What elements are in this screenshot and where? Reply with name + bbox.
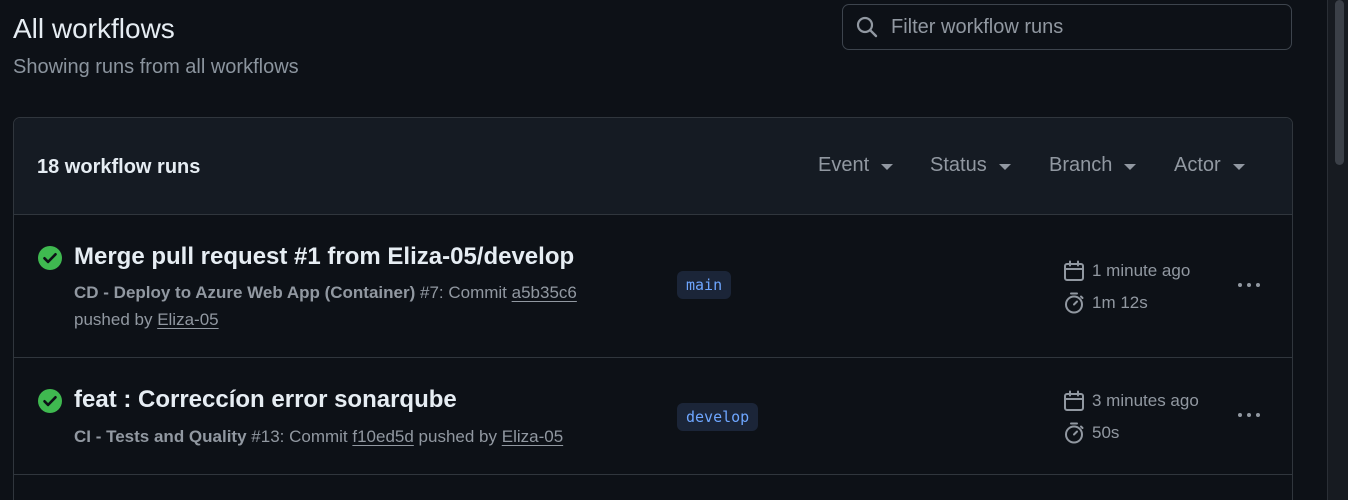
pushed-by-label: pushed by [74, 310, 158, 329]
time-ago: 1 minute ago [1092, 261, 1191, 280]
page: All workflows Showing runs from all work… [0, 0, 1348, 500]
run-meta: CD - Deploy to Azure Web App (Container)… [74, 283, 577, 303]
run-duration: 50s [1062, 421, 1119, 445]
page-scrollbar-thumb[interactable] [1335, 0, 1344, 165]
duration: 50s [1092, 423, 1120, 442]
check-circle-fill-icon [38, 246, 62, 270]
triangle-down-icon [1124, 163, 1137, 170]
kebab-dot [1256, 413, 1260, 417]
workflow-run-row: Merge pull request #1 from Eliza-05/deve… [14, 215, 1292, 358]
run-more-button[interactable] [1234, 400, 1264, 430]
workflow-name: CI - Tests and Quality [74, 427, 247, 446]
filter-workflow-runs-field[interactable] [842, 4, 1292, 50]
actor-filter-label: Actor [1174, 154, 1221, 176]
run-title-link[interactable]: feat : Correccíon error sonarqube [74, 386, 457, 414]
event-filter-label: Event [818, 154, 870, 176]
page-subtitle: Showing runs from all workflows [13, 56, 299, 78]
runs-count: 18 workflow runs [37, 156, 201, 178]
time-ago: 3 minutes ago [1092, 391, 1199, 410]
calendar-icon [1062, 259, 1086, 283]
run-date: 1 minute ago [1062, 259, 1190, 283]
branch-tag[interactable]: main [677, 271, 732, 299]
page-title: All workflows [13, 13, 175, 44]
kebab-dot [1256, 283, 1260, 287]
workflow-run-row: feat : Correccíon error sonarqube CI - T… [14, 358, 1292, 475]
status-filter-label: Status [930, 154, 987, 176]
actor-link[interactable]: Eliza-05 [157, 310, 218, 329]
actor-filter-menu[interactable]: Actor [1174, 154, 1245, 177]
actor-link[interactable]: Eliza-05 [502, 427, 563, 446]
triangle-down-icon [998, 163, 1011, 170]
pushed-by-label: pushed by [413, 427, 502, 446]
workflow-runs-list: 18 workflow runs Event Status Branch Act… [13, 117, 1293, 500]
status-filter-menu[interactable]: Status [930, 154, 1011, 177]
triangle-down-icon [881, 163, 894, 170]
workflow-name: CD - Deploy to Azure Web App (Container) [74, 283, 416, 302]
triangle-down-icon [1232, 163, 1245, 170]
search-icon [855, 15, 879, 39]
filter-workflow-runs-input[interactable] [891, 15, 1291, 39]
event-filter-menu[interactable]: Event [818, 154, 894, 177]
branch-tag[interactable]: develop [677, 403, 759, 431]
branch-filter-label: Branch [1049, 154, 1113, 176]
run-meta-actor: pushed by Eliza-05 [74, 310, 219, 330]
duration: 1m 12s [1092, 293, 1148, 312]
stopwatch-icon [1062, 421, 1086, 445]
kebab-horizontal-icon [1238, 283, 1242, 287]
run-number: #7: Commit [415, 283, 512, 302]
runs-list-header: 18 workflow runs Event Status Branch Act… [14, 118, 1292, 215]
commit-link[interactable]: a5b35c6 [512, 283, 577, 302]
stopwatch-icon [1062, 291, 1086, 315]
run-more-button[interactable] [1234, 270, 1264, 300]
kebab-dot [1247, 413, 1251, 417]
calendar-icon [1062, 389, 1086, 413]
run-date: 3 minutes ago [1062, 389, 1199, 413]
check-circle-fill-icon [38, 389, 62, 413]
run-duration: 1m 12s [1062, 291, 1148, 315]
branch-filter-menu[interactable]: Branch [1049, 154, 1137, 177]
run-number: #13: Commit [246, 427, 353, 446]
run-title-link[interactable]: Merge pull request #1 from Eliza-05/deve… [74, 243, 574, 271]
kebab-dot [1247, 283, 1251, 287]
run-meta: CI - Tests and Quality #13: Commit f10ed… [74, 427, 563, 447]
commit-link[interactable]: f10ed5d [352, 427, 413, 446]
kebab-horizontal-icon [1238, 413, 1242, 417]
